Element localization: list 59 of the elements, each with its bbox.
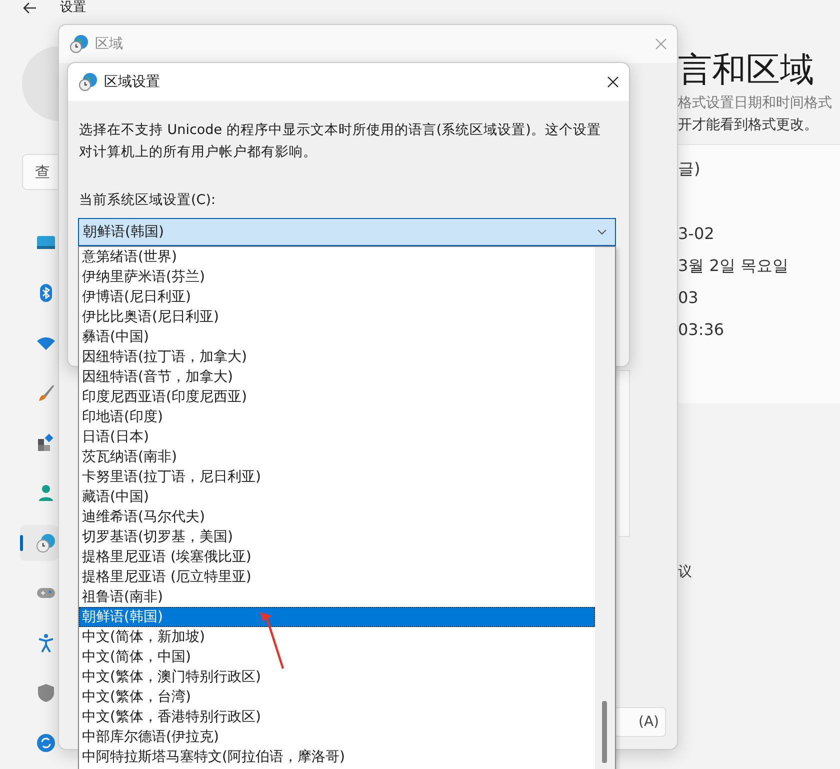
accessibility-icon	[36, 633, 56, 653]
page-heading: 言和区域	[678, 49, 815, 92]
selection-indicator	[20, 535, 23, 551]
dropdown-option[interactable]: 中文(简体，新加坡)	[79, 627, 595, 647]
globe-clock-icon	[69, 34, 89, 54]
field-label: 当前系统区域设置(C):	[79, 191, 217, 209]
description-text: 选择在不支持 Unicode 的程序中显示文本时所使用的语言(系统区域设置)。这个设置对计算机上的所有用户帐户都有影响。	[79, 121, 602, 162]
dropdown-option[interactable]: 卡努里语(拉丁语，尼日利亚)	[79, 467, 595, 487]
back-icon[interactable]	[22, 0, 38, 16]
dropdown-option[interactable]: 意第绪语(世界)	[79, 247, 595, 267]
setting-value: 3-02	[678, 223, 716, 245]
brush-icon	[36, 383, 56, 403]
globe-clock-icon	[78, 72, 98, 92]
dropdown-option[interactable]: 因纽特语(音节，加拿大)	[79, 367, 595, 387]
dropdown-option[interactable]: 提格里尼亚语 (厄立特里亚)	[79, 567, 595, 587]
close-icon[interactable]	[607, 76, 619, 88]
dropdown-option[interactable]: 藏语(中国)	[79, 487, 595, 507]
dropdown-option[interactable]: 因纽特语(拉丁语，加拿大)	[79, 347, 595, 367]
dropdown-option[interactable]: 茨瓦纳语(南非)	[79, 447, 595, 467]
apply-button[interactable]: (A)	[614, 707, 666, 737]
setting-value: 03	[678, 287, 700, 309]
dropdown-option[interactable]: 中文(简体，中国)	[79, 647, 595, 667]
dropdown-option[interactable]: 迪维希语(马尔代夫)	[79, 507, 595, 527]
description-text: 格式设置日期和时间格式	[678, 94, 833, 113]
dropdown-option[interactable]: 中文(繁体，香港特别行政区)	[79, 707, 595, 727]
dropdown-option[interactable]: 伊博语(尼日利亚)	[79, 287, 595, 307]
setting-value: 03:36	[678, 319, 726, 341]
dropdown-option[interactable]: 中文(繁体，澳门特别行政区)	[79, 667, 595, 687]
dropdown-option[interactable]: 提格里尼亚语 (埃塞俄比亚)	[79, 547, 595, 567]
dropdown-option[interactable]: 朝鲜语(韩国)	[79, 607, 595, 627]
person-icon	[36, 483, 56, 503]
caret-icon	[597, 229, 607, 235]
dialog-title: 区域	[95, 35, 124, 53]
update-icon	[36, 733, 56, 753]
locale-dropdown[interactable]: 朝鲜语(韩国)	[78, 218, 616, 246]
dropdown-option[interactable]: 伊比比奥语(尼日利亚)	[79, 307, 595, 327]
globe-clock-icon	[36, 533, 56, 553]
description-text: 开才能看到格式更改。	[678, 116, 819, 135]
dropdown-option[interactable]: 中部库尔德语(伊拉克)	[79, 727, 595, 747]
dropdown-option[interactable]: 中文(繁体，台湾)	[79, 687, 595, 707]
scrollbar-thumb[interactable]	[602, 701, 607, 763]
dropdown-option[interactable]: 印地语(印度)	[79, 407, 595, 427]
dropdown-option[interactable]: 祖鲁语(南非)	[79, 587, 595, 607]
shield-icon	[36, 683, 56, 703]
setting-value: 글)	[678, 158, 702, 180]
dialog-title: 区域设置	[104, 73, 161, 91]
dropdown-option[interactable]: 中阿特拉斯塔马塞特文(阿拉伯语，摩洛哥)	[79, 747, 595, 767]
dropdown-option[interactable]: 彝语(中国)	[79, 327, 595, 347]
dropdown-option[interactable]: 切罗基语(切罗基，美国)	[79, 527, 595, 547]
apps-icon	[36, 433, 56, 453]
dropdown-option[interactable]: 印度尼西亚语(印度尼西亚)	[79, 387, 595, 407]
window-title: 设置	[60, 0, 86, 16]
setting-value: 3월 2일 목요일	[678, 255, 790, 277]
dropdown-value: 朝鲜语(韩国)	[83, 223, 165, 241]
setting-label: 议	[678, 563, 693, 581]
dropdown-option[interactable]: 日语(日本)	[79, 427, 595, 447]
scrollbar[interactable]	[595, 247, 615, 769]
dropdown-option[interactable]: 伊纳里萨米语(芬兰)	[79, 267, 595, 287]
sidebar-item[interactable]	[20, 525, 58, 561]
